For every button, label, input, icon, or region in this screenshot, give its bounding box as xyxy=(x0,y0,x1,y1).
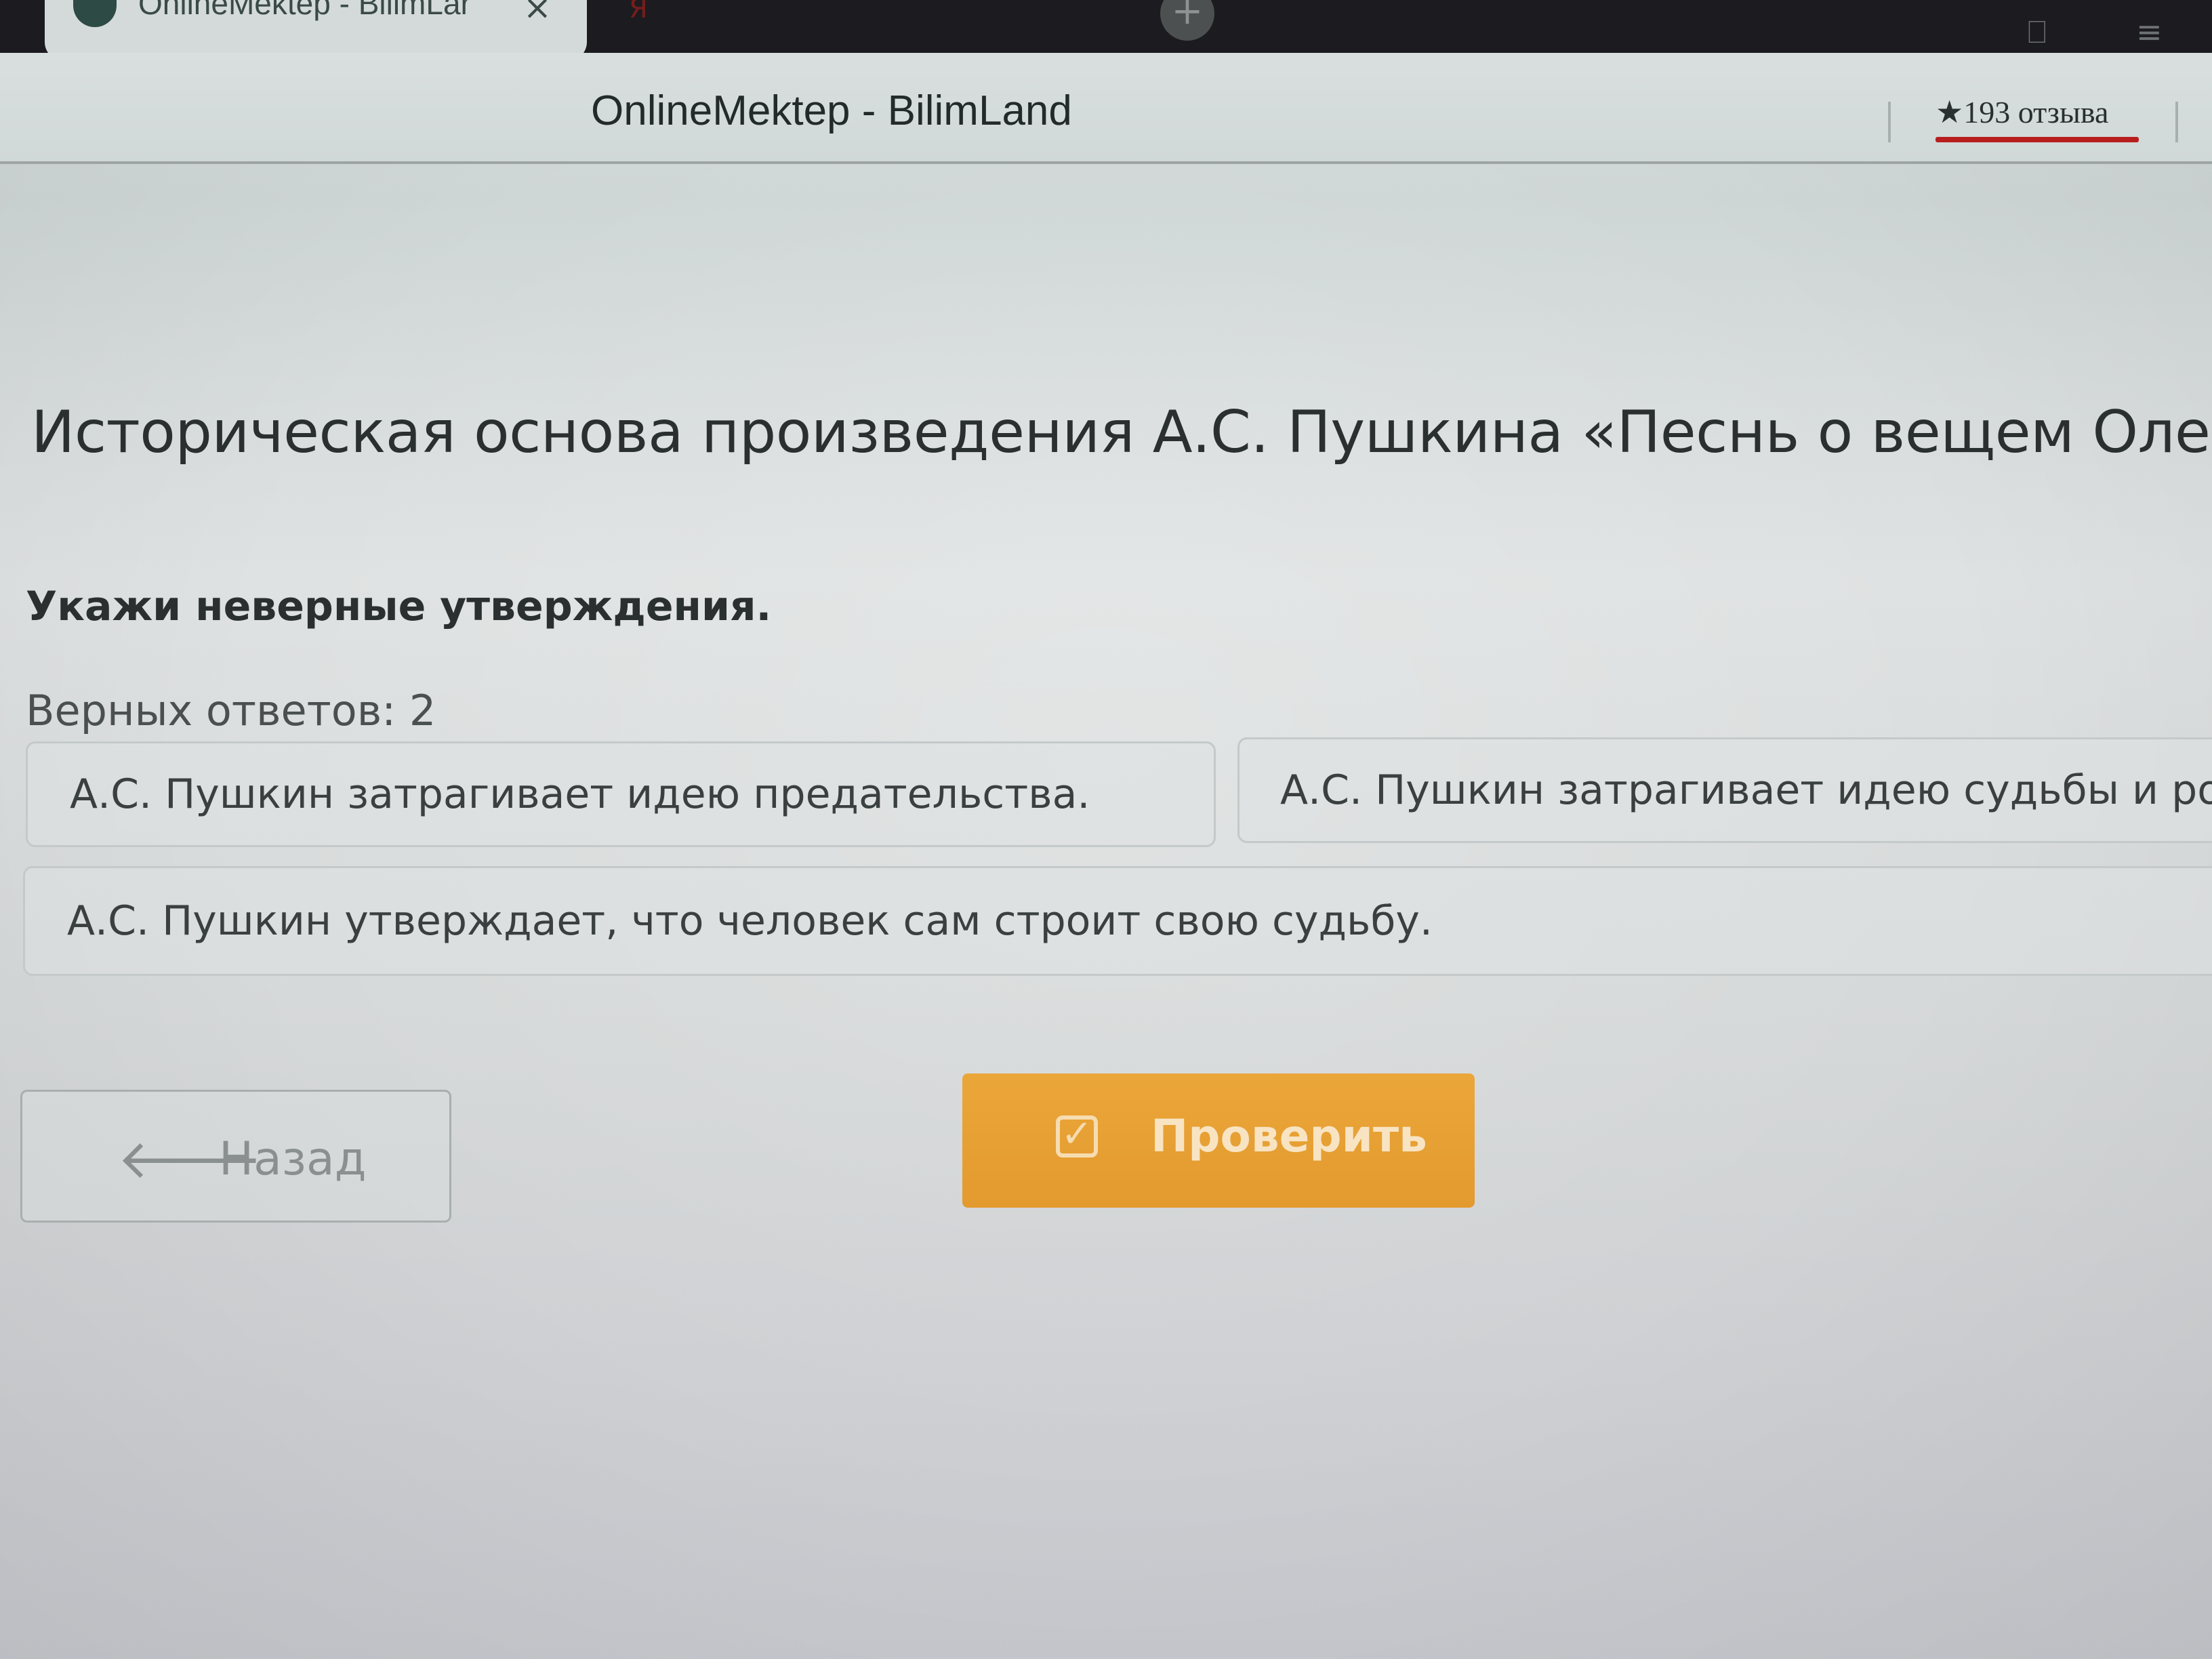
answer-option-3[interactable]: А.С. Пушкин утверждает, что человек сам … xyxy=(23,866,2212,976)
site-title[interactable]: OnlineMektep - BilimLand xyxy=(591,87,1072,135)
back-button[interactable]: 🡐 Назад xyxy=(20,1090,451,1223)
menu-icon[interactable]: ≡ xyxy=(2136,14,2163,50)
divider xyxy=(2175,102,2178,142)
answer-option-label: А.С. Пушкин утверждает, что человек сам … xyxy=(67,897,1433,945)
browser-tab-title[interactable]: OnlineMektep - BilimLar xyxy=(138,0,518,22)
question-prompt: Укажи неверные утверждения. xyxy=(26,583,772,630)
tab-close-icon[interactable]: × xyxy=(523,0,552,27)
back-button-label: Назад xyxy=(219,1132,367,1186)
address-bar xyxy=(0,53,2212,164)
answer-option-label: А.С. Пушкин затрагивает идею предательст… xyxy=(70,771,1090,818)
yandex-icon: Я xyxy=(629,0,648,24)
answer-option-label: А.С. Пушкин затрагивает идею судьбы и ро… xyxy=(1280,766,2212,814)
answer-option-2[interactable]: А.С. Пушкин затрагивает идею судьбы и ро… xyxy=(1237,737,2212,843)
page-title: Историческая основа произведения А.С. Пу… xyxy=(31,398,2212,466)
check-button-label: Проверить xyxy=(1151,1110,1427,1162)
divider xyxy=(1888,102,1891,142)
bookmark-icon[interactable]: ⎕ xyxy=(2028,14,2047,52)
answer-option-1[interactable]: А.С. Пушкин затрагивает идею предательст… xyxy=(26,741,1216,847)
reviews-link[interactable]: ★193 отзыва xyxy=(1936,94,2108,130)
reviews-underline xyxy=(1936,137,2139,142)
answers-count: Верных ответов: 2 xyxy=(26,686,436,735)
checkbox-check-icon: ✓ xyxy=(1056,1115,1098,1158)
browser-tab-inactive[interactable]: Я xyxy=(588,0,1103,47)
check-button[interactable]: ✓ Проверить xyxy=(962,1073,1475,1208)
